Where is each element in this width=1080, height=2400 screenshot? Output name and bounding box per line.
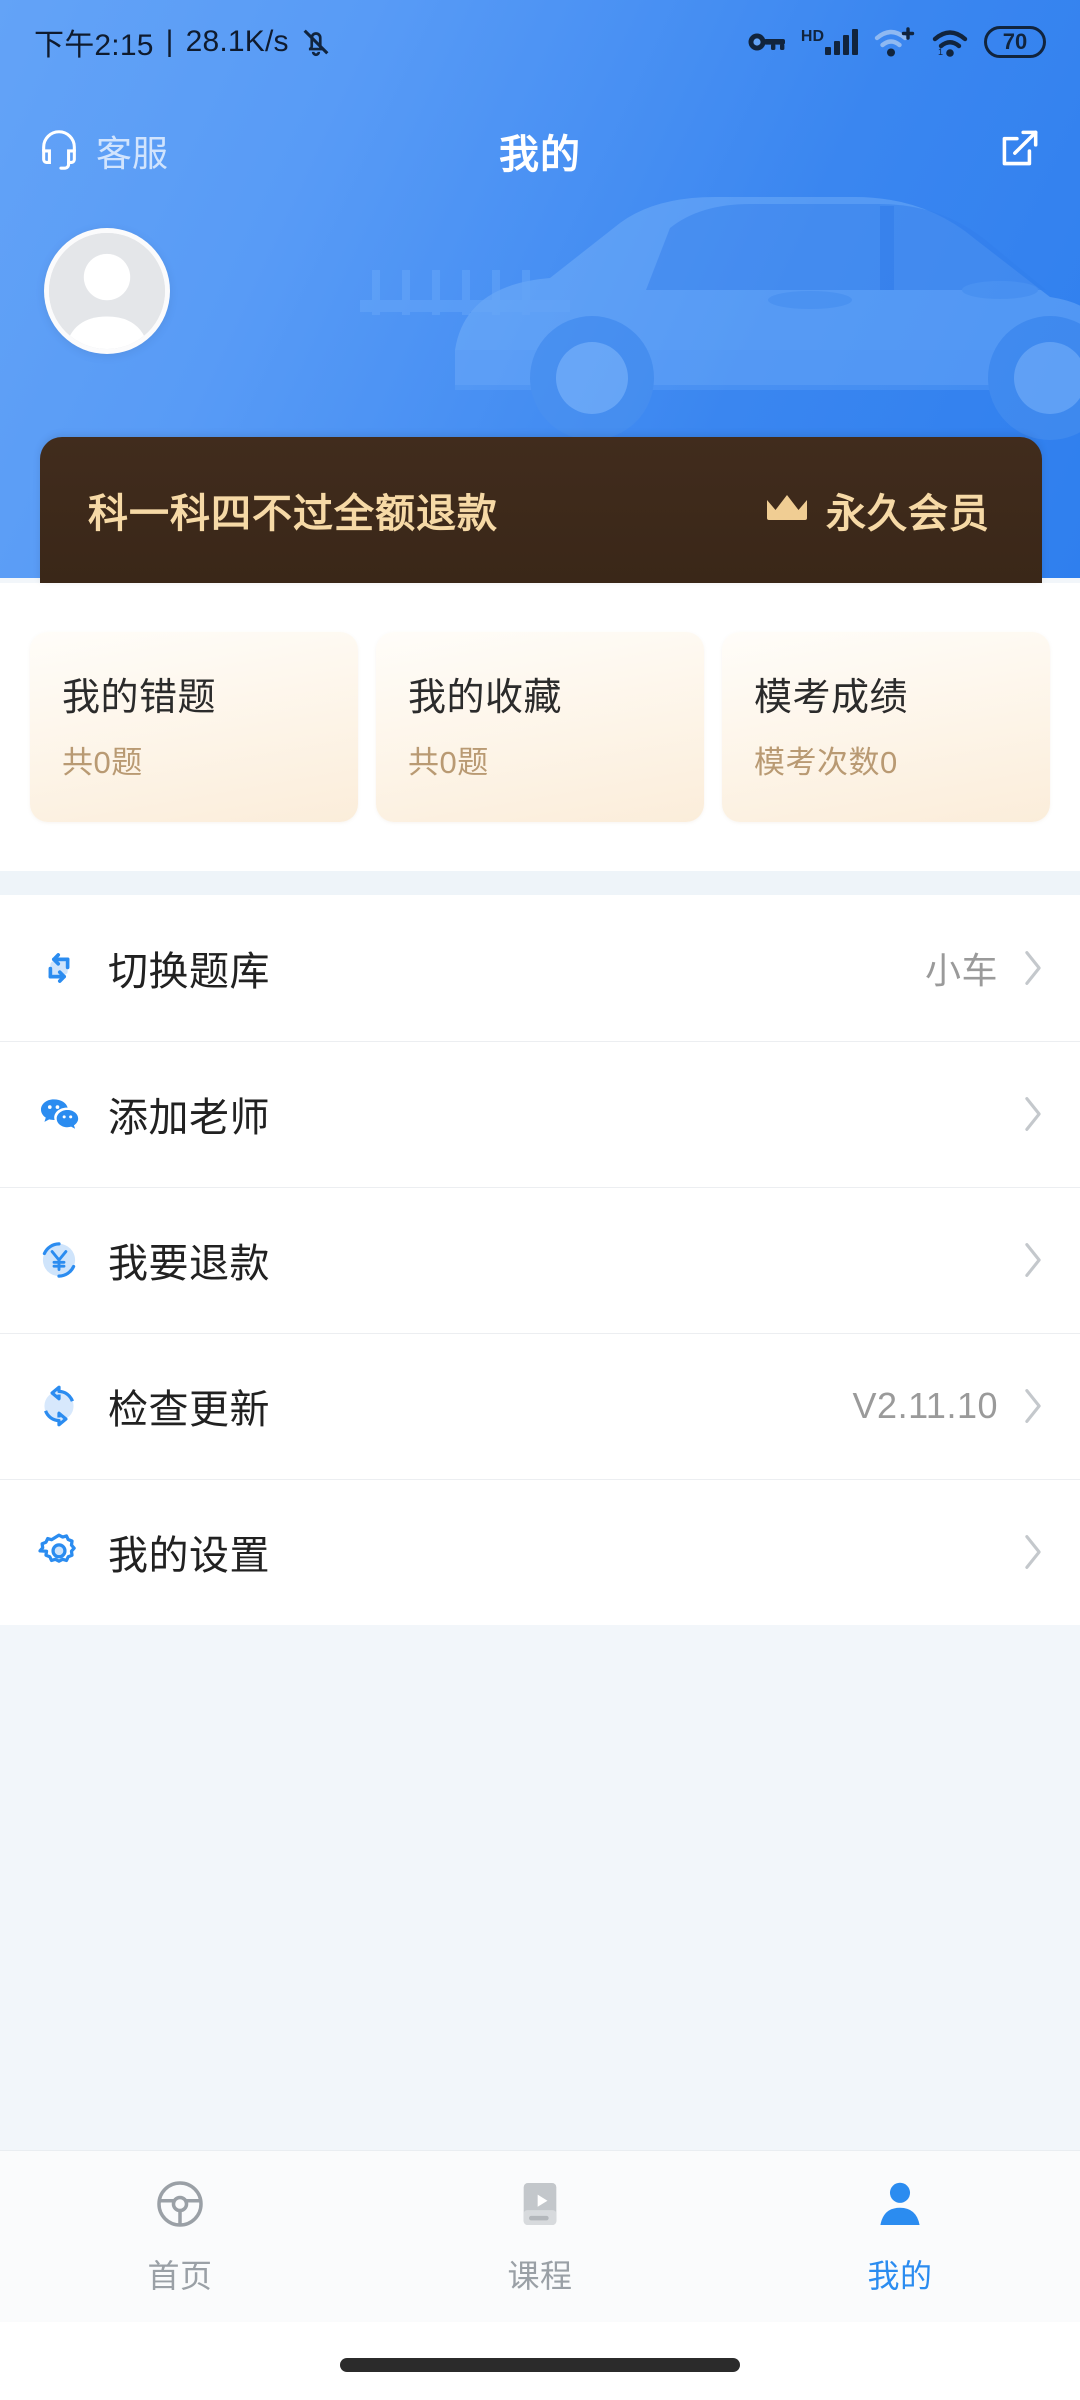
stat-card-title: 模考成绩 — [754, 677, 909, 719]
menu-item-value: 小车 — [924, 950, 998, 991]
tab-label: 我的 — [867, 2258, 933, 2294]
stat-card-favorites[interactable]: 我的收藏 共0题 — [376, 632, 704, 822]
menu-item-add-teacher[interactable]: 添加老师 — [0, 1041, 1080, 1187]
menu-item-label: 检查更新 — [108, 1388, 270, 1432]
svg-text:1: 1 — [938, 47, 943, 57]
status-time: 下午2:15 — [34, 29, 154, 62]
menu-item-check-update[interactable]: 检查更新 V2.11.10 — [0, 1333, 1080, 1479]
bell-muted-icon — [299, 25, 333, 59]
hd-label: HD — [800, 28, 824, 45]
menu-item-request-refund[interactable]: 我要退款 — [0, 1187, 1080, 1333]
stat-card-title: 我的错题 — [62, 677, 217, 719]
crown-icon — [764, 491, 810, 530]
chevron-right-icon — [1020, 1240, 1046, 1280]
menu-item-label: 添加老师 — [108, 1096, 270, 1140]
stat-card-title: 我的收藏 — [408, 677, 563, 719]
cellular-signal-icon: HD — [801, 29, 858, 55]
gear-icon — [36, 1529, 90, 1575]
wechat-icon — [36, 1091, 90, 1137]
network-speed: 28.1K/s — [185, 25, 289, 58]
person-icon — [872, 2176, 928, 2237]
chevron-right-icon — [1020, 1094, 1046, 1134]
vip-promise-text: 科一科四不过全额退款 — [88, 492, 498, 536]
tab-label: 首页 — [147, 2258, 213, 2294]
section-divider-top — [0, 871, 1080, 895]
menu-item-label: 切换题库 — [108, 950, 270, 994]
tab-home[interactable]: 首页 — [0, 2176, 360, 2297]
menu-item-my-settings[interactable]: 我的设置 — [0, 1479, 1080, 1625]
settings-menu-list: 切换题库 小车 添加老师 我要退款 检查更新 V2.11.10 我的设置 — [0, 895, 1080, 1625]
signal-bars — [825, 29, 858, 55]
home-indicator[interactable] — [340, 2358, 740, 2372]
wifi-plus-icon — [872, 25, 916, 59]
tab-courses[interactable]: 课程 — [360, 2176, 720, 2297]
refresh-circle-icon — [36, 1383, 90, 1429]
menu-item-switch-question-bank[interactable]: 切换题库 小车 — [0, 895, 1080, 1041]
status-bar-left: 下午2:15 | 28.1K/s — [34, 20, 333, 64]
menu-item-label: 我的设置 — [108, 1534, 270, 1578]
stat-card-mock-exam[interactable]: 模考成绩 模考次数0 — [722, 632, 1050, 822]
tab-label: 课程 — [507, 2258, 573, 2294]
status-bar: 下午2:15 | 28.1K/s HD 1 70 — [0, 0, 1080, 84]
bottom-tab-bar: 首页 课程 我的 — [0, 2150, 1080, 2322]
nav-bar: 客服 我的 — [0, 98, 1080, 204]
menu-item-value: V2.11.10 — [852, 1385, 998, 1426]
battery-indicator: 70 — [984, 26, 1046, 58]
vip-member-label: 永久会员 — [826, 492, 990, 536]
status-separator: | — [165, 25, 174, 58]
stat-card-wrong-questions[interactable]: 我的错题 共0题 — [30, 632, 358, 822]
course-video-icon — [512, 2176, 568, 2237]
stat-card-subtitle: 共0题 — [62, 745, 143, 780]
steering-wheel-icon — [152, 2176, 208, 2237]
swap-arrows-icon — [36, 945, 90, 991]
stat-cards-section: 我的错题 共0题 我的收藏 共0题 模考成绩 模考次数0 — [0, 583, 1080, 871]
chevron-right-icon — [1020, 1532, 1046, 1572]
wifi-icon: 1 — [930, 26, 970, 58]
page-title: 我的 — [499, 133, 581, 177]
tab-mine[interactable]: 我的 — [720, 2176, 1080, 2297]
vip-banner[interactable]: 科一科四不过全额退款 永久会员 — [40, 437, 1042, 583]
vpn-key-icon — [747, 28, 787, 56]
menu-item-label: 我要退款 — [108, 1242, 270, 1286]
default-avatar-icon — [49, 233, 165, 349]
stat-card-subtitle: 共0题 — [408, 745, 489, 780]
status-bar-right: HD 1 70 — [747, 25, 1046, 59]
app-screen: 下午2:15 | 28.1K/s HD 1 70 客服 我的 科一科四不过全额退… — [0, 0, 1080, 2400]
chevron-right-icon — [1020, 948, 1046, 988]
battery-level: 70 — [1002, 29, 1028, 54]
vip-member-group: 永久会员 — [764, 481, 990, 539]
yen-refund-icon — [36, 1237, 90, 1283]
avatar[interactable] — [44, 228, 170, 354]
stat-card-subtitle: 模考次数0 — [754, 745, 898, 780]
chevron-right-icon — [1020, 1386, 1046, 1426]
